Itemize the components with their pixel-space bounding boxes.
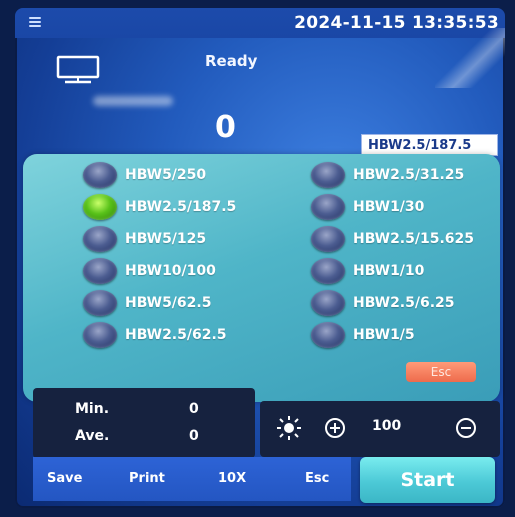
scale-option[interactable]: HBW1/10 xyxy=(311,255,424,287)
scale-option-label: HBW2.5/62.5 xyxy=(125,327,227,343)
ave-value: 0 xyxy=(189,428,199,444)
scale-option[interactable]: HBW1/5 xyxy=(311,319,415,351)
scale-option[interactable]: HBW10/100 xyxy=(83,255,216,287)
min-value: 0 xyxy=(189,401,199,417)
zoom-button[interactable]: 10X xyxy=(218,471,246,486)
scale-option[interactable]: HBW5/250 xyxy=(83,159,206,191)
scale-option-label: HBW1/5 xyxy=(353,327,415,343)
bottom-toolbar: Save Print 10X Esc xyxy=(33,457,351,501)
scale-option-label: HBW1/10 xyxy=(353,263,425,279)
save-button[interactable]: Save xyxy=(47,471,82,486)
menu-icon[interactable] xyxy=(29,17,41,27)
start-button[interactable]: Start xyxy=(360,457,495,503)
radio-button-icon[interactable] xyxy=(311,322,345,348)
scale-option-label: HBW2.5/187.5 xyxy=(125,199,237,215)
radio-button-icon[interactable] xyxy=(83,290,117,316)
scale-option[interactable]: HBW2.5/31.25 xyxy=(311,159,464,191)
top-bar: 2024-11-15 13:35:53 xyxy=(15,8,505,38)
radio-button-icon[interactable] xyxy=(83,162,117,188)
esc-button[interactable]: Esc xyxy=(305,471,329,486)
status-text: Ready xyxy=(205,52,258,70)
radio-button-icon[interactable] xyxy=(311,290,345,316)
radio-button-icon[interactable] xyxy=(311,162,345,188)
print-button[interactable]: Print xyxy=(129,471,165,486)
radio-button-icon[interactable] xyxy=(83,322,117,348)
radio-button-icon[interactable] xyxy=(311,226,345,252)
plus-circle-icon[interactable] xyxy=(325,418,345,438)
panel-esc-button[interactable]: Esc xyxy=(406,362,476,382)
scale-option-label: HBW5/62.5 xyxy=(125,295,212,311)
value-display: 0 xyxy=(215,110,236,145)
ave-label: Ave. xyxy=(75,428,110,444)
scale-option-label: HBW2.5/6.25 xyxy=(353,295,455,311)
minus-circle-icon[interactable] xyxy=(456,418,476,438)
light-value: 100 xyxy=(372,418,402,434)
radio-button-icon[interactable] xyxy=(83,226,117,252)
scale-option-label: HBW5/250 xyxy=(125,167,207,183)
device-screen: 2024-11-15 13:35:53 Ready 0 HBW2.5/187.5… xyxy=(15,8,505,508)
scale-option[interactable]: HBW2.5/15.625 xyxy=(311,223,474,255)
scale-option[interactable]: HBW1/30 xyxy=(311,191,424,223)
scale-option[interactable]: HBW2.5/187.5 xyxy=(83,191,236,223)
radio-button-icon[interactable] xyxy=(83,258,117,284)
scale-option[interactable]: HBW5/125 xyxy=(83,223,206,255)
current-scale-box: HBW2.5/187.5 xyxy=(361,134,498,156)
light-control-panel: 100 xyxy=(260,401,500,457)
scale-option-label: HBW2.5/31.25 xyxy=(353,167,465,183)
radio-button-icon[interactable] xyxy=(311,194,345,220)
scale-option-label: HBW2.5/15.625 xyxy=(353,231,475,247)
stats-panel: Min. 0 Ave. 0 xyxy=(33,388,255,458)
scale-option[interactable]: HBW5/62.5 xyxy=(83,287,211,319)
scale-option-label: HBW10/100 xyxy=(125,263,216,279)
blurred-indicator xyxy=(93,96,173,106)
scale-option-label: HBW5/125 xyxy=(125,231,207,247)
sun-icon xyxy=(277,416,301,440)
scale-option[interactable]: HBW2.5/6.25 xyxy=(311,287,455,319)
screen-glare xyxy=(435,28,505,88)
min-label: Min. xyxy=(75,401,110,417)
monitor-icon xyxy=(56,55,100,84)
radio-button-icon[interactable] xyxy=(83,194,117,220)
scale-option-label: HBW1/30 xyxy=(353,199,425,215)
scale-option[interactable]: HBW2.5/62.5 xyxy=(83,319,227,351)
radio-button-icon[interactable] xyxy=(311,258,345,284)
